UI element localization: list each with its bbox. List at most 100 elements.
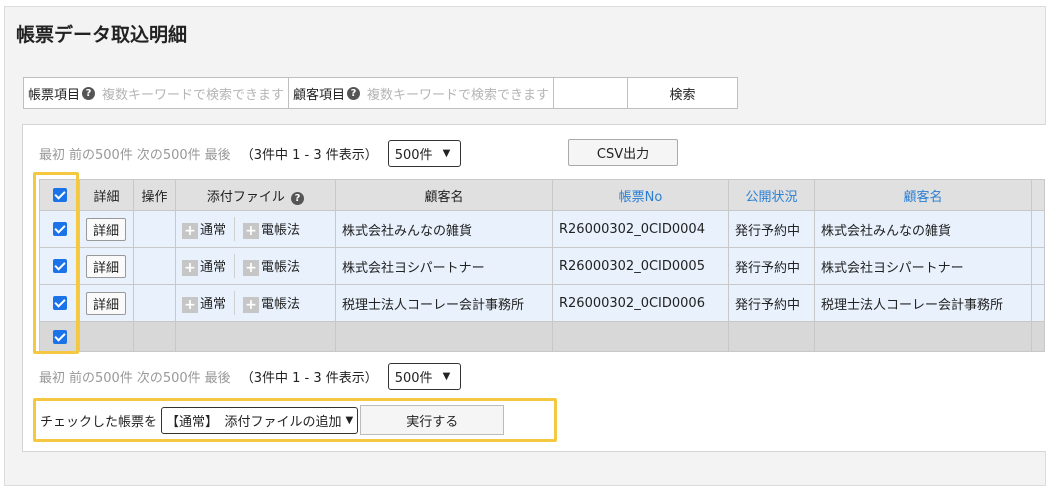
search-bar: 帳票項目 ? 複数キーワードで検索できます 顧客項目 ? 複数キーワードで検索で…	[23, 77, 738, 109]
help-icon[interactable]: ?	[82, 86, 96, 100]
bulk-action-bar: チェックした帳票を 【通常】 添付ファイルの追加 ▼ 実行する	[40, 405, 505, 435]
help-icon[interactable]: ?	[347, 86, 361, 100]
divider	[234, 217, 236, 241]
form-item-search-input[interactable]: 複数キーワードで検索できます	[98, 78, 290, 108]
customer-item-search-input[interactable]: 複数キーワードで検索できます	[363, 78, 555, 108]
action-cell	[133, 247, 176, 285]
header-customer-name: 顧客名	[335, 179, 553, 211]
customer-name-cell-2: 株式会社ヨシパートナー	[814, 247, 1032, 285]
empty-cell	[133, 321, 176, 352]
csv-export-button[interactable]: CSV出力	[568, 139, 678, 166]
table-footer-row	[39, 321, 1045, 352]
chevron-down-icon: ▼	[442, 148, 451, 159]
empty-cell	[728, 321, 815, 352]
row-checkbox[interactable]	[39, 247, 80, 285]
results-table: 詳細 操作 添付ファイル ? 顧客名 帳票No 公開状況 顧客名 詳細 + 通常 …	[39, 179, 1045, 352]
attach-ledger-button[interactable]: + 電帳法	[243, 219, 300, 239]
attach-normal-button[interactable]: + 通常	[182, 219, 226, 239]
per-page-value: 500件	[394, 371, 433, 386]
detail-button[interactable]: 詳細	[86, 254, 127, 278]
pager-prev: 前の500件	[69, 148, 133, 163]
empty-cell	[335, 321, 553, 352]
pager-next: 次の500件	[136, 148, 201, 163]
header-customer-name-sort[interactable]: 顧客名	[814, 179, 1032, 211]
empty-cell	[814, 321, 1032, 352]
per-page-select[interactable]: 500件 ▼	[387, 140, 462, 167]
plus-icon: +	[182, 222, 198, 239]
header-action: 操作	[133, 179, 176, 211]
pager-next: 次の500件	[136, 371, 201, 386]
search-button[interactable]: 検索	[627, 78, 737, 108]
detail-cell: 詳細	[79, 247, 134, 285]
detail-button[interactable]: 詳細	[86, 291, 127, 315]
chevron-down-icon: ▼	[345, 414, 354, 426]
pager-last: 最後	[204, 371, 231, 386]
checkbox-checked-icon	[52, 222, 67, 236]
pager-first: 最初	[39, 371, 66, 386]
select-all-checkbox[interactable]	[39, 179, 80, 211]
pager-top: 最初 前の500件 次の500件 最後 （3件中 1 - 3 件表示） 500件…	[39, 140, 462, 167]
status-cell: 発行予約中	[728, 284, 815, 322]
form-item-label: 帳票項目 ?	[24, 78, 98, 108]
header-overflow	[1031, 179, 1045, 211]
header-detail: 詳細	[79, 179, 134, 211]
pager-first: 最初	[39, 148, 66, 163]
pager-last: 最後	[204, 148, 231, 163]
checkbox-checked-icon	[52, 329, 67, 344]
empty-cell	[552, 321, 729, 352]
plus-icon: +	[182, 259, 198, 276]
row-checkbox[interactable]	[39, 284, 80, 322]
bulk-action-select[interactable]: 【通常】 添付ファイルの追加 ▼	[161, 406, 359, 434]
row-checkbox[interactable]	[39, 210, 80, 248]
header-attachment: 添付ファイル ?	[175, 179, 336, 211]
customer-name-cell-2: 株式会社みんなの雑貨	[814, 210, 1032, 248]
attach-normal-button[interactable]: + 通常	[182, 293, 226, 313]
per-page-select[interactable]: 500件 ▼	[387, 363, 462, 390]
table-header-row: 詳細 操作 添付ファイル ? 顧客名 帳票No 公開状況 顧客名	[39, 179, 1045, 211]
attach-ledger-label: 電帳法	[261, 297, 301, 313]
overflow-cell	[1031, 284, 1045, 322]
attach-ledger-button[interactable]: + 電帳法	[243, 256, 300, 276]
detail-cell: 詳細	[79, 210, 134, 248]
run-button[interactable]: 実行する	[360, 405, 505, 435]
attach-normal-button[interactable]: + 通常	[182, 256, 226, 276]
pager-bottom: 最初 前の500件 次の500件 最後 （3件中 1 - 3 件表示） 500件…	[39, 363, 462, 390]
customer-item-label-text: 顧客項目	[293, 87, 346, 103]
attach-normal-label: 通常	[200, 223, 227, 239]
header-form-no[interactable]: 帳票No	[552, 179, 729, 211]
form-item-label-text: 帳票項目	[28, 87, 81, 103]
attachment-cell: + 通常 + 電帳法	[175, 247, 336, 285]
plus-icon: +	[243, 222, 260, 239]
customer-item-label: 顧客項目 ?	[289, 78, 363, 108]
plus-icon: +	[243, 259, 260, 276]
empty-cell	[1031, 321, 1045, 352]
plus-icon: +	[182, 296, 198, 313]
status-cell: 発行予約中	[728, 247, 815, 285]
footer-select-all-checkbox[interactable]	[39, 321, 80, 352]
pager-count: （3件中 1 - 3 件表示）	[240, 148, 378, 163]
table-row: 詳細 + 通常 + 電帳法 株式会社みんなの雑貨 R26000302_0CID000…	[39, 210, 1045, 248]
form-no-cell: R26000302_0CID0006	[552, 284, 729, 322]
attachment-cell: + 通常 + 電帳法	[175, 284, 336, 322]
table-row: 詳細 + 通常 + 電帳法 株式会社ヨシパートナー R26000302_0CID00…	[39, 247, 1045, 285]
bulk-action-value: 【通常】 添付ファイルの追加	[166, 414, 342, 430]
attach-ledger-label: 電帳法	[261, 260, 301, 276]
form-no-cell: R26000302_0CID0004	[552, 210, 729, 248]
attach-normal-label: 通常	[200, 260, 227, 276]
pager-prev: 前の500件	[69, 371, 133, 386]
pager-count: （3件中 1 - 3 件表示）	[240, 371, 378, 386]
form-no-cell: R26000302_0CID0005	[552, 247, 729, 285]
divider	[234, 254, 236, 278]
divider	[234, 291, 236, 315]
help-icon[interactable]: ?	[291, 191, 305, 205]
header-attachment-text: 添付ファイル	[206, 189, 285, 205]
checkbox-checked-icon	[52, 188, 67, 202]
detail-button[interactable]: 詳細	[86, 217, 127, 241]
attachment-cell: + 通常 + 電帳法	[175, 210, 336, 248]
checkbox-checked-icon	[52, 296, 67, 310]
overflow-cell	[1031, 210, 1045, 248]
attach-ledger-button[interactable]: + 電帳法	[243, 293, 300, 313]
chevron-down-icon: ▼	[442, 371, 451, 382]
bulk-action-label: チェックした帳票を	[40, 414, 158, 430]
header-status[interactable]: 公開状況	[728, 179, 815, 211]
